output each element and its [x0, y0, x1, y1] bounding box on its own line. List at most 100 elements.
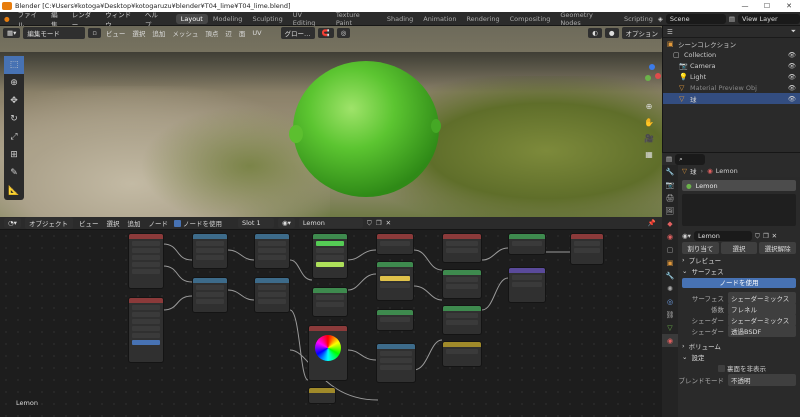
outliner-editor-icon[interactable]: ☰	[667, 28, 673, 36]
rotate-icon[interactable]: ↻	[4, 110, 24, 128]
search-field[interactable]: ⌕	[675, 153, 706, 165]
select-box-icon[interactable]: ⬚	[4, 56, 24, 74]
material-slot-item[interactable]: ● Lemon	[682, 180, 796, 191]
tab-material-icon[interactable]: ◉	[662, 334, 678, 347]
node-musgrave[interactable]	[254, 233, 290, 269]
node-principled-bsdf[interactable]	[376, 343, 416, 383]
tab-scene-icon[interactable]: ◆	[662, 217, 678, 230]
tab-modeling[interactable]: Modeling	[208, 14, 248, 24]
material-browse-icon[interactable]: ◉▾	[277, 218, 295, 228]
visibility-eye-icon[interactable]: 👁	[788, 95, 796, 103]
vp-menu-select[interactable]: 選択	[130, 28, 147, 38]
outliner-item-preview[interactable]: ▽ Material Preview Obj 👁	[663, 82, 800, 93]
tab-texture-paint[interactable]: Texture Paint	[331, 10, 382, 28]
scale-icon[interactable]: ⤢	[4, 128, 24, 146]
visibility-eye-icon[interactable]: 👁	[788, 73, 796, 81]
shader-value[interactable]: シェーダーミックス	[728, 313, 796, 326]
vp-menu-edge[interactable]: 辺	[223, 28, 234, 38]
factor-value[interactable]: フレネル	[728, 302, 796, 315]
close-icon[interactable]: ✕	[386, 219, 391, 227]
node-color-ramp[interactable]	[312, 233, 348, 279]
node-bump[interactable]	[376, 233, 414, 255]
transform-orientation[interactable]: グロー…	[280, 26, 315, 39]
vp-menu-add[interactable]: 追加	[150, 28, 167, 38]
outliner-root[interactable]: ▣ シーンコレクション	[663, 38, 800, 49]
3d-viewport[interactable]: ▦▾ 編集モード ▫ ビュー 選択 追加 メッシュ 頂点 辺 面 UV グロー……	[0, 26, 662, 217]
tab-geometry-nodes[interactable]: Geometry Nodes	[555, 10, 619, 28]
tab-output-icon[interactable]: 🖨	[662, 191, 678, 204]
use-nodes-button[interactable]: ノードを使用	[682, 278, 796, 288]
visibility-eye-icon[interactable]: 👁	[788, 51, 796, 59]
node-separate[interactable]	[442, 269, 482, 299]
tab-animation[interactable]: Animation	[418, 14, 461, 24]
deselect-button[interactable]: 選択解除	[759, 242, 797, 254]
tab-render-icon[interactable]: 📷	[662, 178, 678, 191]
cursor-icon[interactable]: ⊕	[4, 74, 24, 92]
tab-layout[interactable]: Layout	[175, 13, 208, 24]
tab-sculpting[interactable]: Sculpting	[247, 14, 287, 24]
object-type-select[interactable]: オブジェクト	[24, 217, 73, 229]
checkbox-icon[interactable]	[718, 364, 725, 372]
zoom-icon[interactable]: ⊕	[642, 102, 656, 111]
tab-view-layer-icon[interactable]: 🖼	[662, 204, 678, 217]
annotate-icon[interactable]: ✎	[4, 164, 24, 182]
maximize-button[interactable]: ☐	[756, 2, 778, 10]
close-icon[interactable]: ✕	[772, 232, 777, 240]
tab-shading[interactable]: Shading	[382, 14, 418, 24]
blend-mode-value[interactable]: 不透明	[728, 373, 796, 386]
ne-menu-add[interactable]: 追加	[125, 218, 142, 228]
properties-editor-icon[interactable]: ▤	[666, 155, 672, 163]
select-button[interactable]: 選択	[720, 242, 758, 254]
ortho-icon[interactable]: ▦	[642, 150, 656, 159]
ne-menu-node[interactable]: ノード	[146, 218, 170, 228]
view-layer-field[interactable]: View Layer	[738, 13, 800, 24]
node-value[interactable]	[308, 387, 336, 404]
tab-physics-icon[interactable]: ◎	[662, 295, 678, 308]
filter-icon[interactable]: ⏷	[791, 27, 796, 36]
outliner-item-sphere[interactable]: ▽ 球 👁	[663, 93, 800, 104]
mode-select[interactable]: 編集モード	[23, 26, 86, 39]
node-voronoi[interactable]	[192, 277, 228, 313]
proportional-icon[interactable]: ◎	[336, 27, 351, 38]
node-texture-coord[interactable]	[128, 233, 164, 289]
shield-icon[interactable]: ⛉	[755, 232, 760, 241]
overlay-icon[interactable]: ◐	[588, 27, 602, 38]
node-vector-math[interactable]	[254, 277, 290, 313]
vp-menu-mesh[interactable]: メッシュ	[170, 28, 200, 38]
material-name-field[interactable]: Lemon	[298, 218, 363, 228]
pan-icon[interactable]: ✋	[642, 118, 656, 127]
transform-icon[interactable]: ⊞	[4, 146, 24, 164]
tab-modifier-icon[interactable]: 🔧	[662, 269, 678, 282]
volume-panel-header[interactable]: › ボリューム	[678, 340, 800, 351]
node-layer-weight[interactable]	[442, 233, 482, 263]
close-button[interactable]: ✕	[778, 2, 800, 10]
tab-world-icon[interactable]: ◉	[662, 230, 678, 243]
camera-view-icon[interactable]: 🎥	[642, 134, 656, 143]
snap-icon[interactable]: 🧲	[317, 27, 334, 38]
outliner-item-collection[interactable]: ▢ Collection 👁	[663, 49, 800, 60]
minimize-button[interactable]: —	[734, 2, 756, 10]
tab-uv-editing[interactable]: UV Editing	[288, 10, 331, 28]
shader-node-editor[interactable]: ◔▾ オブジェクト ビュー 選択 追加 ノード ノードを使用 Slot 1 ◉▾…	[0, 217, 662, 417]
select-mode-vertex[interactable]: ▫	[88, 27, 101, 38]
material-field[interactable]: Lemon	[693, 231, 752, 241]
tab-constraints-icon[interactable]: ⛓	[662, 308, 678, 321]
ne-menu-select[interactable]: 選択	[104, 218, 121, 228]
outliner-item-light[interactable]: 💡 Light 👁	[663, 71, 800, 82]
node-mapping[interactable]	[128, 297, 164, 363]
scene-field[interactable]: Scene	[665, 13, 726, 24]
node-mix-rgb[interactable]	[312, 287, 348, 317]
move-icon[interactable]: ✥	[4, 92, 24, 110]
assign-button[interactable]: 割り当て	[682, 242, 719, 254]
copy-icon[interactable]: ❐	[376, 219, 382, 227]
vp-menu-view[interactable]: ビュー	[104, 28, 128, 38]
shading-icon[interactable]: ●	[604, 27, 619, 38]
tab-data-icon[interactable]: ▽	[662, 321, 678, 334]
node-mix-shader[interactable]	[508, 233, 546, 255]
tab-collection-icon[interactable]: ▢	[662, 243, 678, 256]
visibility-eye-icon[interactable]: 👁	[788, 84, 796, 92]
node-editor-type-icon[interactable]: ◔▾	[4, 218, 21, 228]
pin-icon[interactable]: 📌	[648, 219, 656, 227]
slot-select[interactable]: Slot 1	[237, 218, 274, 228]
tab-particles-icon[interactable]: ✺	[662, 282, 678, 295]
